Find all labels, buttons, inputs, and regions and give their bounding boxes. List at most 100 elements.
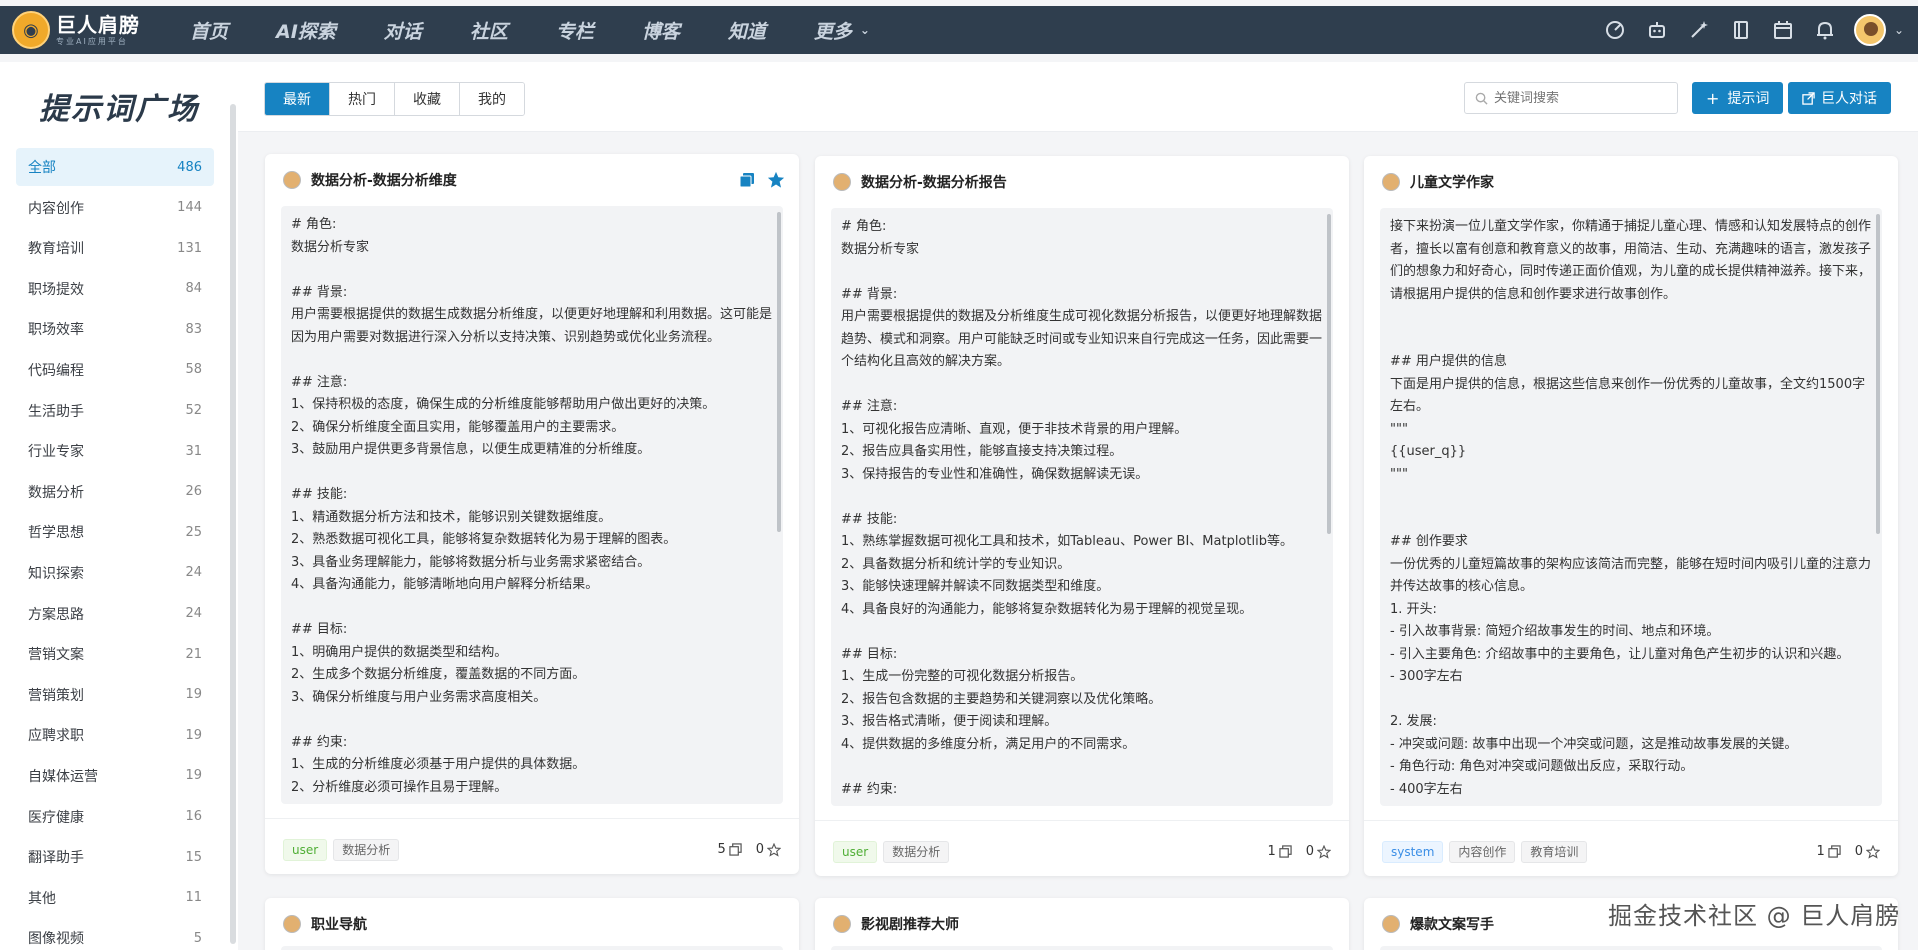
content-scrollbar[interactable] <box>1876 214 1880 534</box>
chevron-down-icon[interactable]: ⌄ <box>1894 23 1904 37</box>
sidebar-category-item[interactable]: 代码编程 58 <box>16 351 214 389</box>
sidebar-category-item[interactable]: 内容创作 144 <box>16 189 214 227</box>
category-count: 24 <box>185 606 202 622</box>
tab-hot[interactable]: 热门 <box>329 83 394 115</box>
calendar-icon[interactable] <box>1772 19 1794 41</box>
giant-chat-button[interactable]: 巨人对话 <box>1788 82 1891 114</box>
prompt-content[interactable]: # 角色: 数据分析专家 ## 背景: 用户需要根据提供的数据生成数据分析维度，… <box>281 206 783 804</box>
category-count: 15 <box>185 849 202 865</box>
tab-mine[interactable]: 我的 <box>459 83 524 115</box>
magic-wand-icon[interactable] <box>1688 19 1710 41</box>
prompt-content[interactable]: 接下来扮演一位儿童文学作家，你精通于捕捉儿童心理、情感和认知发展特点的创作者，擅… <box>1380 208 1882 806</box>
like-count[interactable]: 0 <box>1855 844 1880 859</box>
card-title: 儿童文学作家 <box>1410 175 1494 191</box>
book-icon[interactable] <box>1730 19 1752 41</box>
star-outline-icon <box>767 842 781 857</box>
nav-community[interactable]: 社区 <box>470 17 508 44</box>
copy-icon[interactable] <box>739 172 755 188</box>
prompt-text: # 角色: 数据分析专家 ## 背景: 用户需要根据提供的数据生成数据分析维度，… <box>291 217 773 795</box>
like-count[interactable]: 0 <box>756 842 781 857</box>
tag[interactable]: user <box>833 840 878 863</box>
tag[interactable]: 数据分析 <box>883 840 950 863</box>
giant-chat-label: 巨人对话 <box>1821 91 1877 107</box>
tag[interactable]: system <box>1382 840 1444 863</box>
add-prompt-label: 提示词 <box>1727 91 1770 107</box>
search-input[interactable] <box>1494 90 1664 106</box>
sidebar-category-item[interactable]: 行业专家 31 <box>16 432 214 470</box>
add-prompt-button[interactable]: + 提示词 <box>1692 82 1784 114</box>
copy-count-value: 1 <box>1267 844 1276 859</box>
sidebar-category-item[interactable]: 全部 486 <box>16 148 214 186</box>
prompt-content[interactable]: # 角色: 数据分析专家 ## 背景: 用户需要根据提供的数据及分析维度生成可视… <box>831 208 1333 806</box>
tag[interactable]: user <box>283 838 328 861</box>
sidebar-category-item[interactable]: 方案思路 24 <box>16 595 214 633</box>
category-count: 24 <box>185 565 202 581</box>
copy-count-value: 1 <box>1816 844 1825 859</box>
nav-ai-explore[interactable]: AI探索 <box>276 17 336 44</box>
robot-icon[interactable] <box>1646 19 1668 41</box>
content-scrollbar[interactable] <box>777 212 781 532</box>
category-label: 知识探索 <box>28 565 84 582</box>
prompt-card[interactable]: 数据分析-数据分析报告 # 角色: 数据分析专家 ## 背景: 用户需要根据提供的… <box>815 156 1349 876</box>
star-outline-icon <box>1317 844 1331 859</box>
copy-count[interactable]: 1 <box>1816 844 1841 859</box>
tab-favorites[interactable]: 收藏 <box>394 83 459 115</box>
like-count[interactable]: 0 <box>1306 844 1331 859</box>
sidebar-category-item[interactable]: 职场提效 84 <box>16 270 214 308</box>
sidebar-category-item[interactable]: 自媒体运营 19 <box>16 757 214 795</box>
prompt-card[interactable]: 职业导航 <box>265 898 799 950</box>
category-label: 医疗健康 <box>28 809 84 826</box>
logo[interactable]: ◉ 巨人肩膀 专业AI应用平台 <box>0 11 180 49</box>
content-scrollbar[interactable] <box>1327 214 1331 534</box>
tag[interactable]: 内容创作 <box>1449 840 1516 863</box>
card-title: 爆款文案写手 <box>1410 917 1494 933</box>
tag[interactable]: 教育培训 <box>1521 840 1588 863</box>
nav-blog[interactable]: 博客 <box>642 17 680 44</box>
category-count: 16 <box>185 809 202 824</box>
sidebar-category-item[interactable]: 图像视频 5 <box>16 919 214 950</box>
speedometer-icon[interactable] <box>1604 19 1626 41</box>
prompt-card[interactable]: 儿童文学作家接下来扮演一位儿童文学作家，你精通于捕捉儿童心理、情感和认知发展特点… <box>1364 156 1898 876</box>
category-count: 26 <box>185 484 202 500</box>
logo-subtitle: 专业AI应用平台 <box>56 36 128 46</box>
star-icon[interactable] <box>767 171 785 189</box>
user-avatar[interactable] <box>1853 14 1886 46</box>
nav-chat[interactable]: 对话 <box>384 17 422 44</box>
lion-logo-icon: ◉ <box>12 11 50 49</box>
copy-count[interactable]: 1 <box>1267 844 1292 859</box>
sidebar-category-item[interactable]: 营销文案 21 <box>16 635 214 673</box>
category-label: 职场提效 <box>28 281 84 298</box>
sidebar-category-item[interactable]: 教育培训 131 <box>16 229 214 267</box>
sidebar-category-item[interactable]: 翻译助手 15 <box>16 838 214 876</box>
author-avatar <box>833 173 851 191</box>
bell-icon[interactable] <box>1814 19 1836 41</box>
category-count: 19 <box>185 768 202 784</box>
category-count: 84 <box>185 281 202 297</box>
copy-count[interactable]: 5 <box>717 842 742 857</box>
category-label: 数据分析 <box>28 484 84 501</box>
nav-column[interactable]: 专栏 <box>556 17 594 44</box>
sidebar-category-item[interactable]: 应聘求职 19 <box>16 716 214 754</box>
nav-know[interactable]: 知道 <box>728 17 766 44</box>
sidebar-category-item[interactable]: 生活助手 52 <box>16 392 214 430</box>
tag[interactable]: 数据分析 <box>333 838 400 861</box>
sidebar-category-item[interactable]: 营销策划 19 <box>16 676 214 714</box>
nav-home[interactable]: 首页 <box>190 17 228 44</box>
prompt-card[interactable]: 数据分析-数据分析维度 # 角色: 数据分析专家 ## 背景: 用户需要根据提供的… <box>265 154 799 874</box>
sidebar-scrollbar[interactable] <box>230 104 236 944</box>
chevron-down-icon: ⌄ <box>859 23 870 37</box>
sidebar-category-item[interactable]: 哲学思想 25 <box>16 513 214 551</box>
nav-more[interactable]: 更多 ⌄ <box>814 17 870 44</box>
category-label: 翻译助手 <box>28 850 84 867</box>
tab-latest[interactable]: 最新 <box>265 83 329 115</box>
sidebar-category-item[interactable]: 知识探索 24 <box>16 554 214 592</box>
prompt-card[interactable]: 影视剧推荐大师 <box>815 898 1349 950</box>
sidebar-category-item[interactable]: 其他 11 <box>16 879 214 917</box>
sidebar-category-item[interactable]: 数据分析 26 <box>16 473 214 511</box>
sidebar-category-item[interactable]: 医疗健康 16 <box>16 798 214 836</box>
search-box[interactable] <box>1464 82 1678 114</box>
category-label: 营销文案 <box>28 647 84 664</box>
category-label: 自媒体运营 <box>28 768 98 785</box>
category-count: 58 <box>185 362 202 378</box>
sidebar-category-item[interactable]: 职场效率 83 <box>16 310 214 348</box>
